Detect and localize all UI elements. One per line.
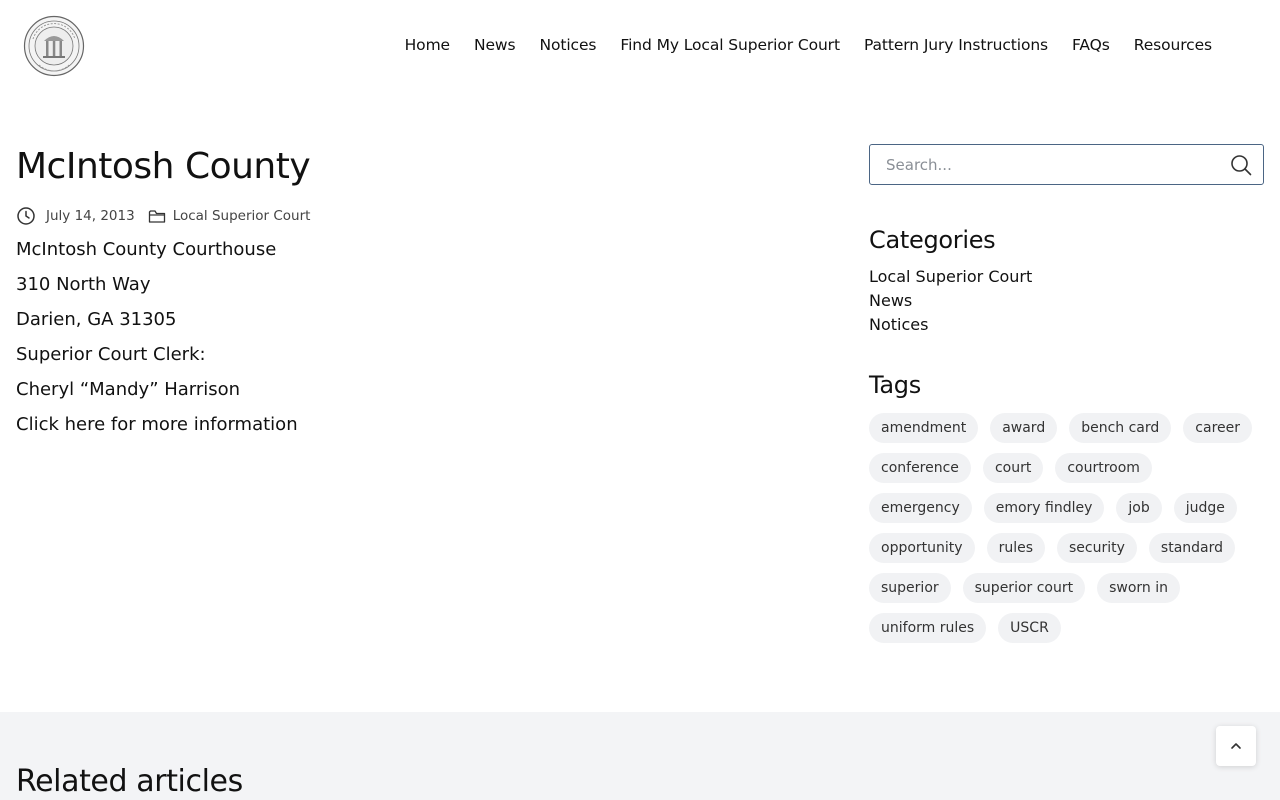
back-to-top-button[interactable]	[1216, 726, 1256, 766]
tag-uniform-rules[interactable]: uniform rules	[869, 613, 987, 643]
nav-find-local-court[interactable]: Find My Local Superior Court	[620, 36, 840, 54]
clerk-label: Superior Court Clerk:	[16, 344, 206, 365]
state-seal-icon	[23, 15, 85, 77]
tag-courtroom[interactable]: courtroom	[1055, 453, 1152, 483]
tag-uscr[interactable]: USCR	[998, 613, 1061, 643]
nav-notices[interactable]: Notices	[539, 36, 596, 54]
tag-superior-court[interactable]: superior court	[962, 573, 1086, 603]
tag-cloud: amendment award bench card career confer…	[869, 413, 1264, 643]
city-state-zip: Darien, GA 31305	[16, 309, 177, 330]
street-address: 310 North Way	[16, 274, 151, 295]
site-logo[interactable]	[23, 15, 85, 77]
tag-bench-card[interactable]: bench card	[1069, 413, 1172, 443]
post-date: July 14, 2013	[46, 208, 135, 224]
related-articles-heading: Related articles	[16, 764, 243, 799]
search-input[interactable]	[870, 145, 1210, 184]
nav-resources[interactable]: Resources	[1134, 36, 1212, 54]
tag-security[interactable]: security	[1057, 533, 1137, 563]
category-local-superior-court[interactable]: Local Superior Court	[869, 265, 1264, 289]
categories-list: Local Superior Court News Notices	[869, 265, 1264, 337]
tag-career[interactable]: career	[1183, 413, 1253, 443]
tag-job[interactable]: job	[1116, 493, 1162, 523]
page-title: McIntosh County	[16, 146, 311, 187]
search-form	[869, 144, 1264, 185]
tag-conference[interactable]: conference	[869, 453, 971, 483]
tag-sworn-in[interactable]: sworn in	[1097, 573, 1181, 603]
tag-standard[interactable]: standard	[1148, 533, 1236, 563]
folder-icon	[147, 206, 167, 226]
related-articles-section: Related articles	[0, 712, 1280, 800]
nav-faqs[interactable]: FAQs	[1072, 36, 1110, 54]
categories-heading: Categories	[869, 226, 996, 254]
more-info-link[interactable]: Click here for more information	[16, 414, 298, 435]
article-meta: July 14, 2013 Local Superior Court	[16, 206, 796, 226]
tag-emergency[interactable]: emergency	[869, 493, 972, 523]
sidebar: Categories Local Superior Court News Not…	[869, 144, 1264, 643]
courthouse-name: McIntosh County Courthouse	[16, 239, 277, 260]
tag-rules[interactable]: rules	[986, 533, 1045, 563]
site-header: Home News Notices Find My Local Superior…	[0, 0, 1280, 92]
tag-emory-findley[interactable]: emory findley	[983, 493, 1105, 523]
main-nav: Home News Notices Find My Local Superior…	[405, 36, 1212, 54]
tag-judge[interactable]: judge	[1173, 493, 1237, 523]
nav-pattern-jury-instructions[interactable]: Pattern Jury Instructions	[864, 36, 1048, 54]
tag-court[interactable]: court	[982, 453, 1044, 483]
article: McIntosh County July 14, 2013 Local Supe…	[16, 140, 796, 442]
tag-award[interactable]: award	[990, 413, 1058, 443]
nav-home[interactable]: Home	[405, 36, 450, 54]
category-news[interactable]: News	[869, 289, 1264, 313]
clock-icon	[16, 206, 36, 226]
tag-opportunity[interactable]: opportunity	[869, 533, 975, 563]
tag-superior[interactable]: superior	[869, 573, 951, 603]
nav-news[interactable]: News	[474, 36, 516, 54]
tag-amendment[interactable]: amendment	[869, 413, 979, 443]
chevron-up-icon	[1231, 743, 1241, 749]
tags-heading: Tags	[869, 371, 921, 399]
search-icon[interactable]	[1229, 153, 1253, 177]
article-body: McIntosh County Courthouse 310 North Way…	[16, 232, 796, 442]
category-notices[interactable]: Notices	[869, 313, 1264, 337]
clerk-name: Cheryl “Mandy” Harrison	[16, 379, 241, 400]
post-category-link[interactable]: Local Superior Court	[173, 208, 311, 224]
